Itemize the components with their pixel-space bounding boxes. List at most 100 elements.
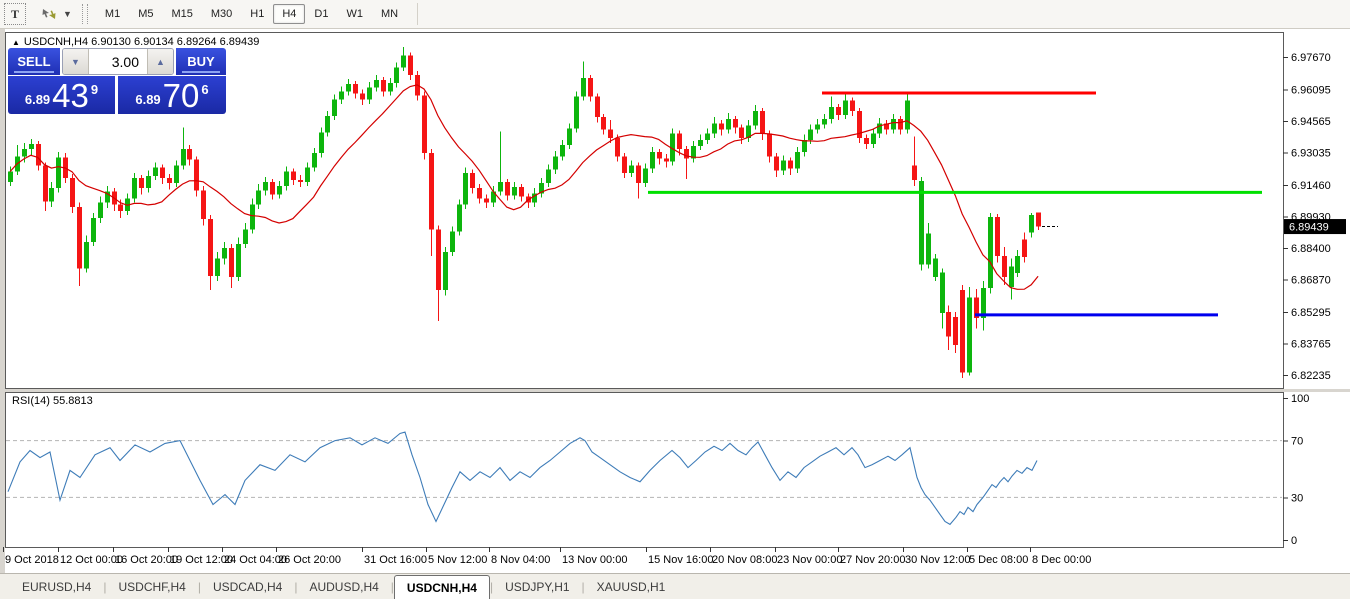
buy-button[interactable]: BUY [176, 48, 226, 75]
tab-bar-lead [0, 574, 10, 599]
candle-body [312, 153, 317, 167]
candle-body [284, 172, 289, 186]
candle-body [1036, 212, 1041, 226]
pane-divider[interactable] [0, 389, 1350, 392]
price-tick-label: 6.88400 [1291, 243, 1331, 255]
tab-usdcnh[interactable]: USDCNH,H4 [394, 575, 490, 599]
candle-body [726, 119, 731, 129]
price-tick-label: 6.93035 [1291, 147, 1331, 159]
rsi-pane[interactable] [6, 393, 1284, 548]
candle-body [698, 140, 703, 146]
volume-increase-button[interactable]: ▲ [147, 49, 173, 74]
candle-body [960, 290, 965, 373]
candle-body [739, 127, 744, 137]
toolbar-separator [417, 3, 418, 25]
candle-body [457, 205, 462, 232]
tab-usdchf[interactable]: USDCHF,H4 [106, 574, 197, 599]
timeframe-button-m1[interactable]: M1 [96, 4, 129, 24]
timeframe-button-h1[interactable]: H1 [241, 4, 273, 24]
current-price-badge-text: 6.89439 [1289, 222, 1329, 234]
symbol-tab-bar: EURUSD,H4|USDCHF,H4|USDCAD,H4|AUDUSD,H4|… [0, 573, 1350, 599]
tab-audusd[interactable]: AUDUSD,H4 [297, 574, 390, 599]
candle-body [270, 182, 275, 194]
candle-body [767, 134, 772, 157]
candle-body [808, 130, 813, 140]
toolbar: T ▼ M1M5M15M30H1H4D1W1MN [0, 0, 1350, 29]
sell-price-box[interactable]: 6.89 43 9 [8, 76, 115, 114]
time-tick-label: 15 Nov 16:00 [648, 554, 713, 566]
time-tick-label: 23 Nov 00:00 [777, 554, 842, 566]
candle-body [581, 78, 586, 97]
timeframe-button-h4[interactable]: H4 [273, 4, 305, 24]
candle-body [1009, 267, 1014, 287]
text-tool-button[interactable]: T [4, 3, 26, 25]
time-tick-label: 8 Dec 00:00 [1032, 554, 1091, 566]
tab-xauusd[interactable]: XAUUSD,H1 [585, 574, 678, 599]
candle-body [733, 119, 738, 127]
arrows-tool-button[interactable]: ▼ [40, 4, 72, 24]
candle-body [360, 93, 365, 99]
candle-body [298, 180, 303, 182]
timeframe-button-m15[interactable]: M15 [162, 4, 201, 24]
buy-price-prefix: 6.89 [135, 92, 160, 107]
timeframe-button-m30[interactable]: M30 [202, 4, 241, 24]
candle-body [325, 116, 330, 132]
price-tick-label: 6.85295 [1291, 307, 1331, 319]
volume-input[interactable]: 3.00 [89, 49, 147, 74]
buy-price-pipette: 6 [201, 82, 208, 97]
candle-body [1029, 215, 1034, 233]
candle-body [946, 312, 951, 337]
candle-body [608, 130, 613, 138]
candle-body [56, 157, 61, 188]
candle-body [1022, 240, 1027, 257]
tab-usdjpy[interactable]: USDJPY,H1 [493, 574, 581, 599]
candle-body [98, 203, 103, 218]
time-tick-label: 8 Nov 04:00 [491, 554, 550, 566]
candle-body [995, 217, 1000, 256]
rsi-level-label: 100 [1291, 393, 1309, 405]
candle-body [498, 182, 503, 191]
timeframe-button-mn[interactable]: MN [372, 4, 407, 24]
time-tick-label: 26 Oct 20:00 [278, 554, 341, 566]
timeframe-button-w1[interactable]: W1 [337, 4, 372, 24]
candle-body [443, 252, 448, 290]
time-tick-label: 13 Nov 00:00 [562, 554, 627, 566]
left-margin-strip [0, 28, 5, 573]
candle-body [181, 149, 186, 165]
timeframe-buttons: M1M5M15M30H1H4D1W1MN [96, 4, 407, 24]
price-tick-label: 6.97670 [1291, 52, 1331, 64]
candle-body [871, 134, 876, 144]
time-tick-label: 9 Oct 2018 [5, 554, 59, 566]
sell-price-prefix: 6.89 [25, 92, 50, 107]
candle-body [153, 168, 158, 176]
candle-body [346, 84, 351, 91]
candle-body [353, 84, 358, 93]
tab-usdcad[interactable]: USDCAD,H4 [201, 574, 294, 599]
candle-body [512, 187, 517, 195]
arrows-tool-icon [40, 6, 58, 22]
candle-body [250, 205, 255, 230]
chart-title: ▲USDCNH,H4 6.90130 6.90134 6.89264 6.894… [12, 36, 259, 48]
price-tick-label: 6.86870 [1291, 274, 1331, 286]
buy-price-box[interactable]: 6.89 70 6 [118, 76, 226, 114]
candle-body [505, 182, 510, 195]
timeframe-button-m5[interactable]: M5 [129, 4, 162, 24]
tab-eurusd[interactable]: EURUSD,H4 [10, 574, 103, 599]
volume-decrease-button[interactable]: ▼ [63, 49, 89, 74]
candle-body [167, 178, 172, 183]
candle-body [595, 97, 600, 118]
candle-body [43, 166, 48, 202]
sell-price-pipette: 9 [91, 82, 98, 97]
candle-body [788, 160, 793, 168]
toolbar-grip[interactable] [82, 4, 88, 24]
candle-body [677, 134, 682, 149]
candle-body [815, 124, 820, 129]
chart-title-text: USDCNH,H4 6.90130 6.90134 6.89264 6.8943… [24, 36, 259, 48]
candle-body [712, 123, 717, 133]
candle-body [657, 152, 662, 158]
candle-body [194, 159, 199, 190]
sell-button[interactable]: SELL [8, 48, 60, 75]
candle-body [802, 140, 807, 152]
candle-body [408, 55, 413, 75]
timeframe-button-d1[interactable]: D1 [305, 4, 337, 24]
